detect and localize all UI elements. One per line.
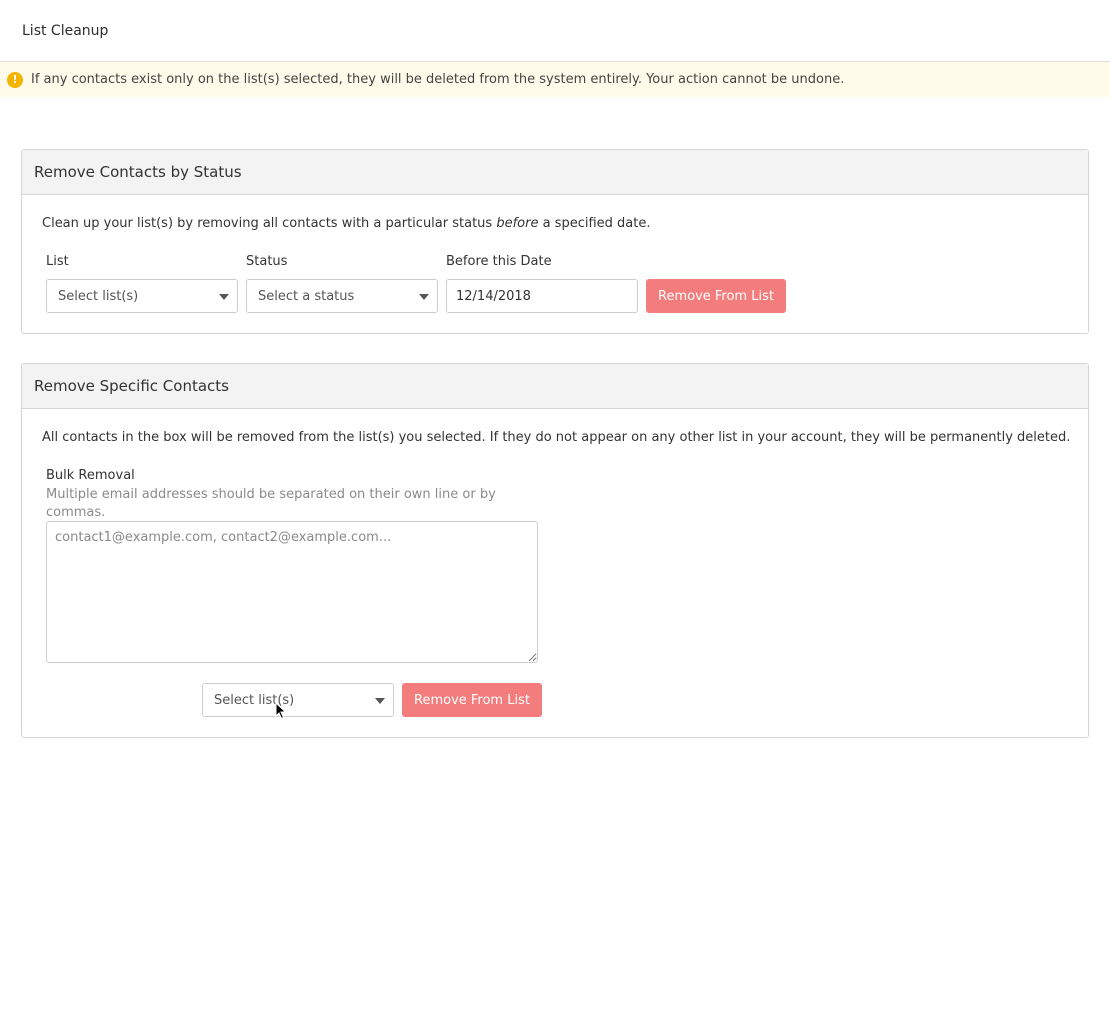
remove-from-list-button[interactable]: Remove From List — [646, 279, 786, 313]
remove-specific-panel: Remove Specific Contacts All contacts in… — [21, 363, 1089, 738]
panel-header: Remove Contacts by Status — [22, 150, 1088, 195]
bulk-removal-help: Multiple email addresses should be separ… — [46, 487, 496, 520]
panel-body: All contacts in the box will be removed … — [22, 409, 1088, 737]
panel-title: Remove Contacts by Status — [34, 163, 242, 181]
chevron-down-icon — [375, 698, 385, 704]
warning-text: If any contacts exist only on the list(s… — [31, 72, 845, 87]
chevron-down-icon — [419, 294, 429, 300]
panel-body: Clean up your list(s) by removing all co… — [22, 195, 1088, 333]
page-title: List Cleanup — [22, 22, 109, 39]
list-select[interactable]: Select list(s) — [46, 279, 238, 313]
remove-by-status-panel: Remove Contacts by Status Clean up your … — [21, 149, 1089, 334]
remove-from-list-button[interactable]: Remove From List — [402, 683, 542, 717]
specific-description: All contacts in the box will be removed … — [42, 430, 1071, 445]
list-label: List — [46, 254, 69, 269]
status-description: Clean up your list(s) by removing all co… — [42, 216, 651, 231]
date-label: Before this Date — [446, 254, 552, 269]
status-select[interactable]: Select a status — [246, 279, 438, 313]
bulk-removal-label: Bulk Removal — [46, 468, 135, 483]
top-bar: List Cleanup — [0, 0, 1110, 62]
mouse-pointer-icon — [275, 702, 287, 720]
status-label: Status — [246, 254, 288, 269]
panel-title: Remove Specific Contacts — [34, 377, 229, 395]
list-select[interactable]: Select list(s) — [202, 683, 394, 717]
bulk-email-textarea[interactable] — [46, 521, 538, 663]
exclamation-icon: ! — [7, 71, 23, 88]
panel-header: Remove Specific Contacts — [22, 364, 1088, 409]
chevron-down-icon — [219, 294, 229, 300]
warning-banner: ! If any contacts exist only on the list… — [0, 62, 1110, 97]
date-input[interactable] — [446, 279, 638, 313]
